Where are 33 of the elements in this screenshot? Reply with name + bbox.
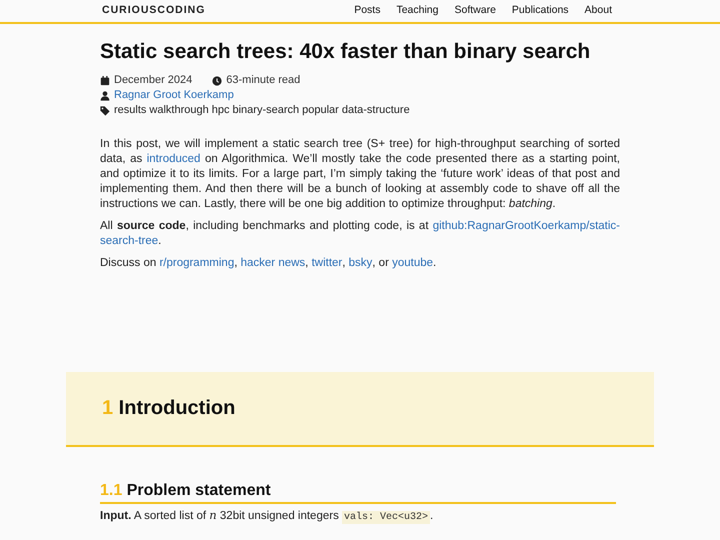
author-link[interactable]: Ragnar Groot Koerkamp — [114, 88, 234, 103]
inline-link[interactable]: github:RagnarGrootKoerkamp/static- — [432, 220, 620, 232]
tag-link[interactable]: hpc — [212, 103, 230, 118]
tag-link[interactable]: results — [114, 103, 146, 118]
post-date: December 2024 — [114, 73, 192, 88]
nav-link[interactable]: Software — [454, 3, 496, 19]
nav-link[interactable]: Teaching — [396, 3, 438, 19]
inline-link[interactable]: youtube — [392, 257, 434, 269]
paragraph: In this post, we will implement a static search tree (S+ tree) for high-throughput searching of sorted data, as introduced on Algorithmica. We’ll mostly take the code presented there as a starting point, and optimize it to its limits. For a large part, I’m simply taking the ‘future work’ ideas of that post and implementing them. And then there will be a bunch of looking at assembly code to shave off all the instructions we can. Lastly, there will be one big addition to optimize throughput: batching. — [100, 137, 620, 212]
paragraph: Discuss on r/programming, hacker news, twitter, bsky, or youtube. — [100, 256, 438, 271]
section-heading: 1 Introduction — [102, 396, 236, 420]
tag-link[interactable]: popular — [302, 103, 339, 118]
post-title: Static search trees: 40x faster than binary search — [100, 39, 592, 65]
nav-link[interactable]: Posts — [354, 3, 380, 19]
inline-link[interactable]: search-tree — [100, 235, 158, 247]
paragraph: All source code, including benchmarks and plotting code, is at github:RagnarGrootKoerkamp/static- search-tree. — [100, 219, 620, 249]
inline-link[interactable]: bsky — [348, 257, 372, 269]
inline-link[interactable]: introduced — [146, 153, 200, 165]
person-icon — [100, 90, 110, 100]
tag-icon — [100, 106, 110, 116]
site-logo[interactable]: CURIOUSCODING — [102, 3, 206, 19]
tag-link[interactable]: walkthrough — [149, 103, 209, 118]
calendar-icon — [100, 76, 110, 86]
nav-link[interactable]: Publications — [512, 3, 569, 19]
subsection-heading: 1.1 Problem statement — [100, 481, 616, 504]
read-time: 63-minute read — [226, 73, 300, 88]
clock-icon — [212, 76, 222, 86]
tag-link[interactable]: data-structure — [342, 103, 410, 118]
tag-link[interactable]: binary-search — [232, 103, 300, 118]
inline-link[interactable]: r/programming — [159, 257, 234, 269]
inline-link[interactable]: twitter — [312, 257, 342, 269]
nav-link[interactable]: About — [584, 3, 612, 19]
inline-link[interactable]: hacker news — [240, 257, 306, 269]
